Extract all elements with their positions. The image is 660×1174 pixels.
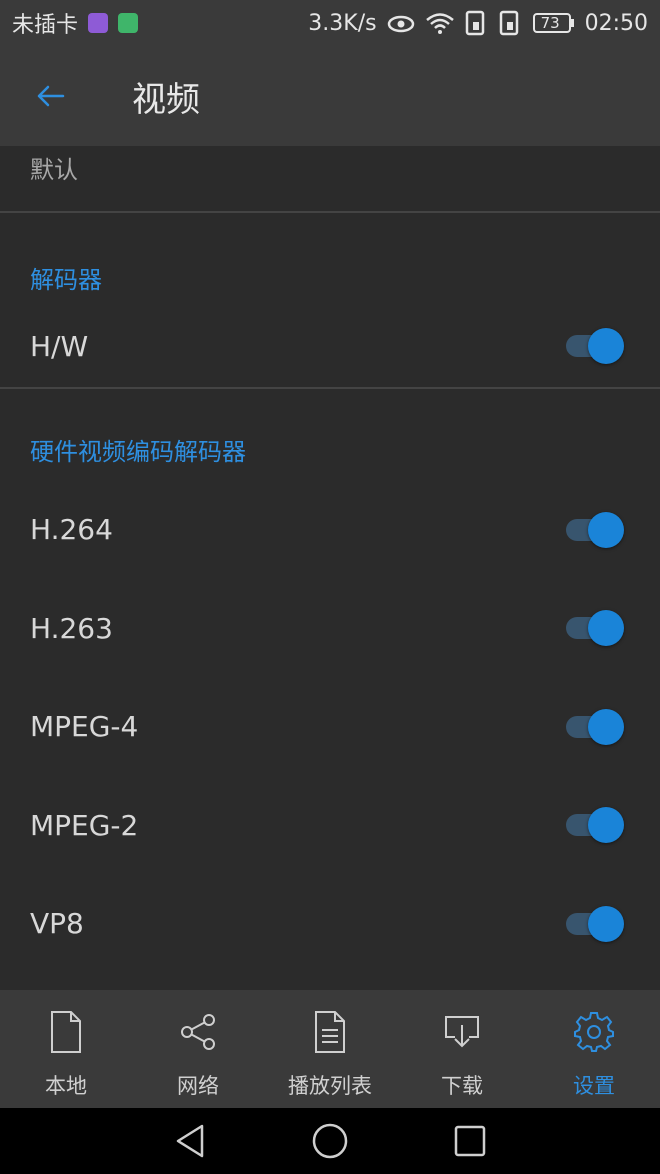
vp8-toggle[interactable]: [564, 905, 624, 943]
nav-label: 设置: [573, 1074, 615, 1098]
gallery-notification-icon: [88, 13, 109, 33]
circle-home-icon: [312, 1123, 348, 1159]
wifi-icon: [425, 12, 455, 34]
screen: 未插卡 3.3K/s 73 02:50 视频 默认 解码器 H/W 硬件视频编码…: [0, 0, 660, 1174]
system-recents-button[interactable]: [440, 1111, 500, 1171]
setting-row-vp8[interactable]: VP8: [0, 875, 660, 974]
setting-row-mpeg2[interactable]: MPEG-2: [0, 776, 660, 875]
carrier-text: 未插卡: [12, 13, 79, 38]
setting-label: VP8: [30, 907, 84, 941]
system-back-button[interactable]: [160, 1111, 220, 1171]
setting-label: H/W: [30, 329, 89, 363]
settings-list: 默认 解码器 H/W 硬件视频编码解码器 H.264 H.263 MPEG-4 …: [0, 146, 660, 990]
square-recents-icon: [454, 1125, 486, 1157]
system-navigation-bar: [0, 1108, 660, 1174]
default-value-text: 默认: [30, 156, 78, 184]
nav-item-local[interactable]: 本地: [0, 990, 132, 1108]
mpeg4-toggle[interactable]: [564, 708, 624, 746]
setting-row-mpeg4[interactable]: MPEG-4: [0, 678, 660, 777]
system-home-button[interactable]: [300, 1111, 360, 1171]
eye-icon: [387, 13, 415, 33]
playlist-icon: [308, 1008, 352, 1056]
setting-label: MPEG-4: [30, 710, 139, 744]
sim-1-icon: [465, 10, 489, 36]
file-icon: [44, 1008, 88, 1056]
setting-label: H.264: [30, 513, 113, 547]
download-icon: [440, 1008, 484, 1056]
app-notification-icon: [118, 13, 139, 33]
back-button[interactable]: [0, 46, 100, 146]
nav-item-playlist[interactable]: 播放列表: [264, 990, 396, 1108]
status-right: 3.3K/s 73 02:50: [308, 10, 648, 36]
share-icon: [176, 1008, 220, 1056]
setting-label: MPEG-2: [30, 808, 139, 842]
battery-icon: 73: [532, 12, 575, 34]
h264-toggle[interactable]: [564, 511, 624, 549]
setting-row-hw[interactable]: H/W: [0, 297, 660, 396]
sim-2-icon: [499, 10, 523, 36]
gear-icon: [572, 1008, 616, 1056]
triangle-back-icon: [176, 1124, 204, 1158]
nav-item-network[interactable]: 网络: [132, 990, 264, 1108]
default-value-summary[interactable]: 默认: [0, 146, 660, 211]
net-speed: 3.3K/s: [308, 10, 377, 36]
nav-item-settings[interactable]: 设置: [528, 990, 660, 1108]
nav-item-download[interactable]: 下载: [396, 990, 528, 1108]
back-arrow-icon: [37, 85, 65, 107]
setting-label: H.263: [30, 611, 113, 645]
nav-label: 播放列表: [288, 1074, 372, 1098]
section-hardware-codecs: 硬件视频编码解码器 H.264 H.263 MPEG-4 MPEG-2 VP8: [0, 389, 660, 974]
setting-row-h263[interactable]: H.263: [0, 579, 660, 678]
mpeg2-toggle[interactable]: [564, 806, 624, 844]
h263-toggle[interactable]: [564, 609, 624, 647]
status-bar: 未插卡 3.3K/s 73 02:50: [0, 0, 660, 46]
nav-label: 本地: [45, 1074, 87, 1098]
bottom-navigation: 本地 网络 播放列表 下载 设置: [0, 990, 660, 1108]
nav-label: 下载: [441, 1074, 483, 1098]
hw-toggle[interactable]: [564, 327, 624, 365]
page-title: 视频: [132, 79, 200, 120]
status-left: 未插卡: [12, 7, 139, 39]
app-bar: 视频: [0, 46, 660, 146]
clock: 02:50: [584, 10, 648, 36]
section-title-decoder: 解码器: [30, 265, 102, 294]
section-decoder: 解码器 H/W: [0, 213, 660, 396]
battery-level: 73: [540, 14, 560, 32]
nav-label: 网络: [177, 1074, 219, 1098]
section-title-hardware-codecs: 硬件视频编码解码器: [30, 438, 246, 466]
setting-row-h264[interactable]: H.264: [0, 481, 660, 580]
